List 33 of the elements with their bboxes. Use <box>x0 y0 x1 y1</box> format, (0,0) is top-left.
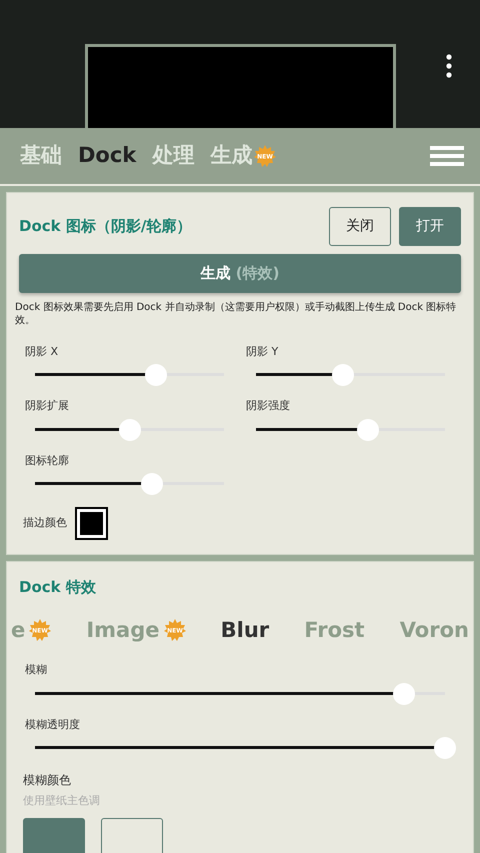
slider-thumb[interactable] <box>356 418 378 440</box>
effect-tab[interactable]: Frost <box>304 614 365 646</box>
color-label: 描边颜色 <box>23 515 67 532</box>
card-title: Dock 特效 <box>19 577 97 598</box>
effect-tab[interactable]: Voron <box>400 614 469 646</box>
slider-thumb[interactable] <box>118 418 140 440</box>
slider-label: 阴影 X <box>25 344 60 360</box>
toggle-button[interactable]: 打开 <box>399 207 461 246</box>
slider-label: 阴影强度 <box>246 398 291 414</box>
tab[interactable]: Dock <box>70 140 144 172</box>
toggle-button[interactable]: 关闭 <box>329 207 391 246</box>
more-icon[interactable] <box>446 54 452 78</box>
hint-text: 使用壁纸主色调 <box>22 793 101 809</box>
color-label: 模糊颜色 <box>22 772 72 789</box>
slider-label: 阴影 Y <box>246 344 280 360</box>
slider-thumb[interactable] <box>144 364 167 386</box>
toggle-button[interactable] <box>101 818 163 853</box>
generate-button[interactable]: 生成 (特效) <box>19 254 461 292</box>
effect-tab[interactable]: Blur <box>220 614 270 646</box>
slider-label: 图标轮廓 <box>25 452 70 468</box>
slider-label: 阴影扩展 <box>25 398 70 414</box>
card-title: Dock 图标（阴影/轮廓） <box>19 216 192 238</box>
slider-thumb[interactable] <box>141 473 164 495</box>
slider-label: 模糊 <box>25 662 48 678</box>
slider-thumb[interactable] <box>393 682 415 704</box>
tab[interactable]: 基础 <box>12 140 70 172</box>
slider-thumb[interactable] <box>332 364 354 386</box>
color-swatch[interactable] <box>75 507 108 540</box>
slider-label: 模糊透明度 <box>25 716 81 732</box>
tab[interactable]: 处理 <box>144 140 202 172</box>
slider-thumb[interactable] <box>434 737 456 759</box>
toggle-button[interactable] <box>23 818 85 853</box>
description-text: Dock 图标效果需要先启用 Dock 并自动录制（这需要用户权限）或手动截图上传生成 Dock 图标特效。 <box>15 300 458 328</box>
